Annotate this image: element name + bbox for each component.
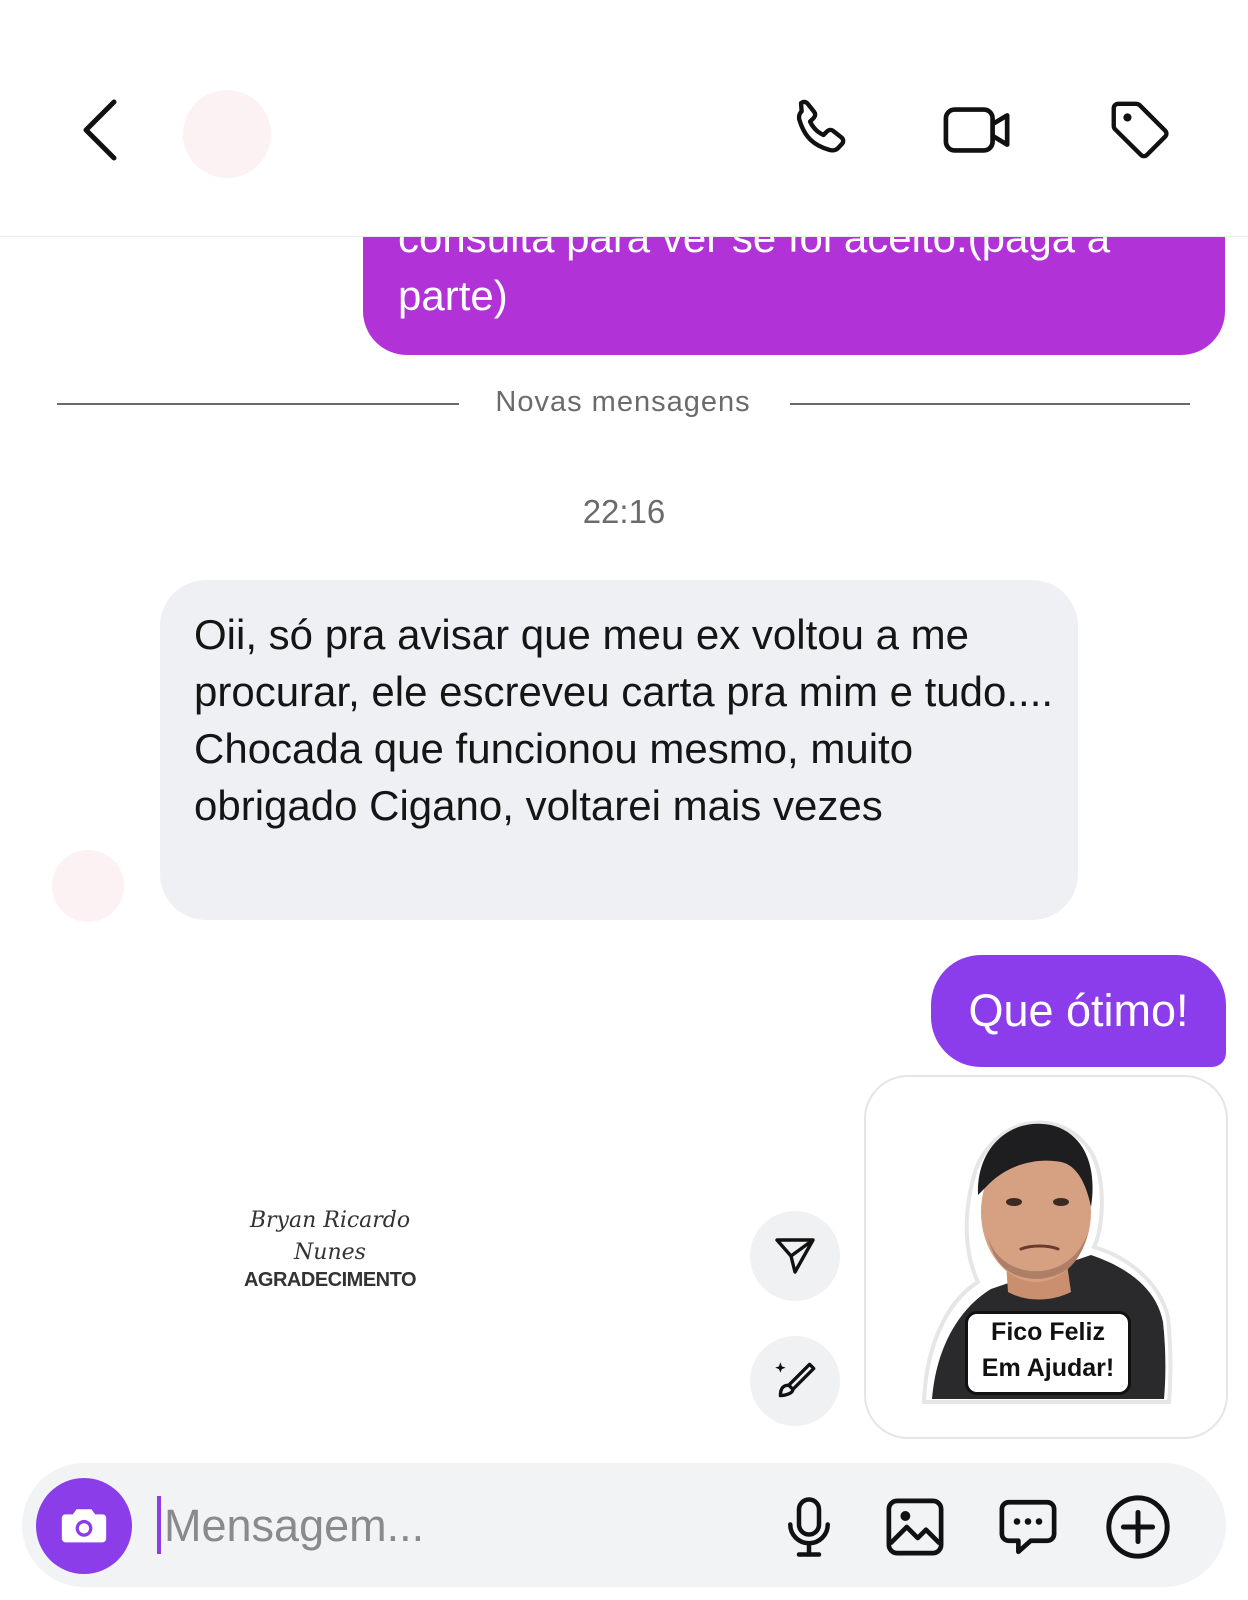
camera-icon — [61, 1509, 107, 1543]
more-options-button[interactable] — [1096, 1485, 1180, 1569]
sticker-caption-line-2: Em Ajudar! — [981, 1354, 1115, 1382]
send-icon — [775, 1238, 815, 1274]
watermark-title: AGRADECIMENTO — [243, 1269, 417, 1291]
new-messages-label: Novas mensagens — [495, 386, 751, 418]
chevron-left-icon — [83, 99, 117, 161]
image-icon — [886, 1498, 944, 1556]
video-call-button[interactable] — [936, 88, 1020, 172]
call-button[interactable] — [778, 88, 862, 172]
previous-message-line-2: parte) — [398, 272, 508, 319]
divider-right — [790, 403, 1190, 405]
magic-brush-icon — [775, 1362, 816, 1398]
sticker-button[interactable] — [986, 1485, 1070, 1569]
camera-button[interactable] — [36, 1478, 132, 1574]
watermark-name-line-2: Nunes — [294, 1240, 366, 1265]
microphone-icon — [788, 1497, 830, 1557]
voice-message-button[interactable] — [767, 1485, 851, 1569]
sender-avatar[interactable] — [52, 850, 124, 922]
edit-sticker-button[interactable] — [750, 1336, 840, 1426]
watermark: Bryan Ricardo Nunes AGRADECIMENTO — [230, 1205, 430, 1292]
contact-avatar[interactable] — [183, 90, 271, 178]
watermark-name-line-1: Bryan Ricardo — [249, 1208, 411, 1233]
sticker-caption-line-1: Fico Feliz — [991, 1318, 1105, 1346]
chat-bubble-icon — [999, 1499, 1057, 1555]
message-timestamp: 22:16 — [582, 493, 666, 530]
sticker-caption: Fico Feliz Em Ajudar! — [965, 1311, 1131, 1395]
gallery-button[interactable] — [873, 1485, 957, 1569]
divider-left — [57, 403, 459, 405]
plus-circle-icon — [1106, 1495, 1170, 1559]
tag-button[interactable] — [1098, 88, 1182, 172]
incoming-message-text: Oii, só pra avisar que meu ex voltou a m… — [194, 611, 1054, 829]
message-input[interactable] — [160, 1496, 724, 1556]
video-camera-icon — [943, 107, 1010, 153]
tag-icon — [1111, 101, 1169, 159]
share-button[interactable] — [750, 1211, 840, 1301]
phone-icon — [796, 99, 846, 153]
contact-name[interactable] — [330, 100, 480, 130]
back-button[interactable] — [72, 90, 142, 170]
outgoing-reply-text: Que ótimo! — [968, 985, 1189, 1036]
